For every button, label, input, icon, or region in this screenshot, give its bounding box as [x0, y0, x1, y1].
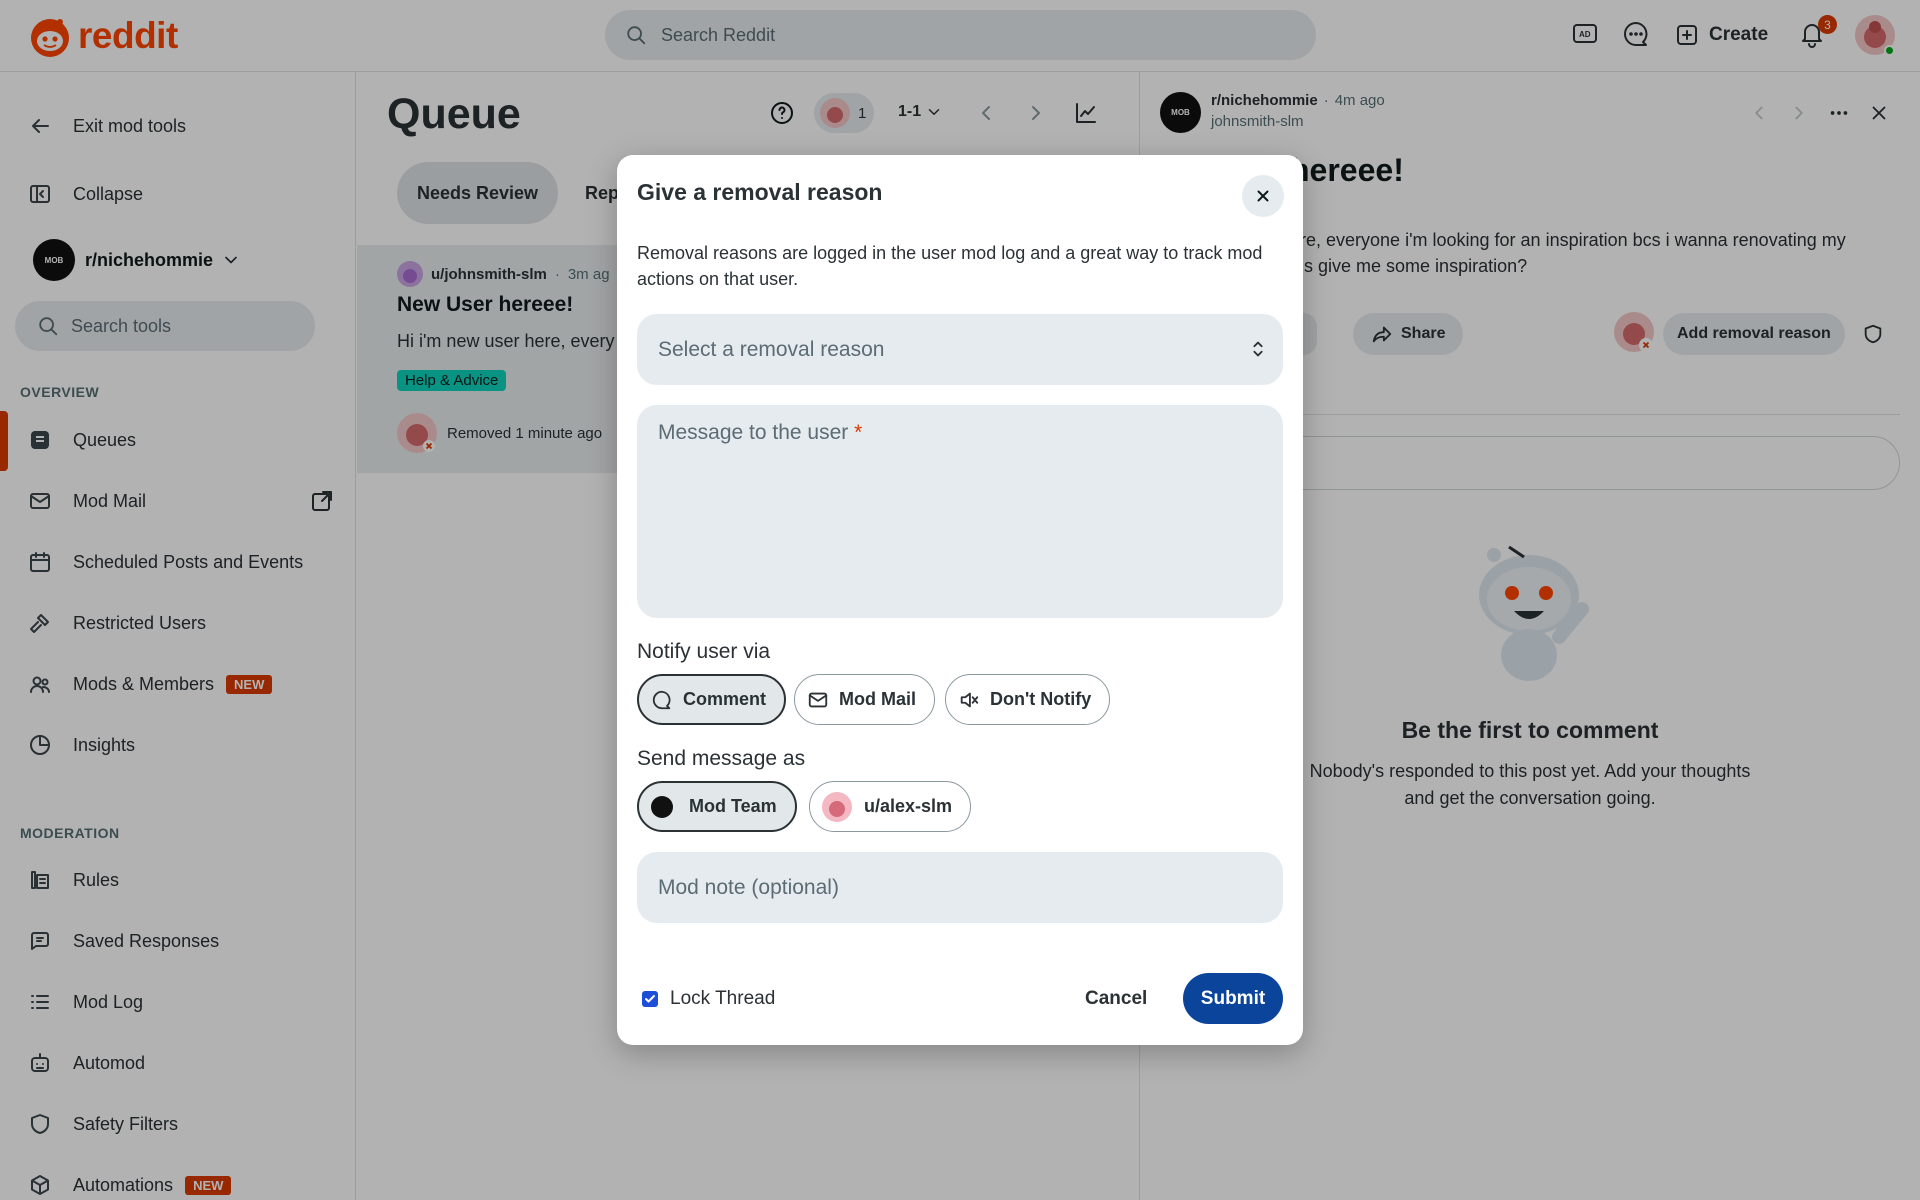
- required-marker: *: [854, 421, 863, 444]
- chevron-up-down-icon: [1253, 341, 1263, 357]
- option-label: Mod Mail: [839, 689, 916, 709]
- mod-note-field[interactable]: Mod note (optional): [637, 852, 1283, 923]
- message-placeholder: Message to the user *: [658, 421, 862, 445]
- option-label: Don't Notify: [990, 689, 1092, 709]
- message-to-user-field[interactable]: Message to the user *: [637, 405, 1283, 618]
- mail-icon: [808, 692, 828, 707]
- check-icon: [645, 995, 655, 1003]
- notify-heading: Notify user via: [637, 640, 771, 663]
- removal-reason-select[interactable]: Select a removal reason: [637, 314, 1283, 385]
- removal-reason-dialog: Give a removal reason Removal reasons ar…: [617, 155, 1303, 1045]
- notify-mod-mail-option[interactable]: Mod Mail: [794, 674, 935, 725]
- user-avatar: [822, 791, 852, 822]
- lock-thread-label: Lock Thread: [670, 988, 776, 1009]
- cancel-button[interactable]: Cancel: [1067, 973, 1165, 1024]
- dialog-description: Removal reasons are logged in the user m…: [637, 243, 1263, 289]
- mod-team-avatar: [651, 795, 673, 818]
- mod-note-placeholder: Mod note (optional): [658, 875, 839, 899]
- lock-thread-checkbox[interactable]: Lock Thread: [642, 988, 775, 1010]
- dialog-title: Give a removal reason: [637, 179, 883, 205]
- checkbox-checked[interactable]: [642, 991, 658, 1007]
- submit-button[interactable]: Submit: [1183, 973, 1283, 1024]
- option-label: u/alex-slm: [864, 796, 953, 816]
- option-label: Comment: [683, 689, 767, 709]
- send-as-mod-team-option[interactable]: Mod Team: [637, 781, 797, 832]
- comment-icon: [652, 690, 671, 709]
- send-as-user-option[interactable]: u/alex-slm: [809, 781, 972, 832]
- close-dialog-button[interactable]: [1242, 175, 1284, 217]
- message-placeholder-text: Message to the user: [658, 421, 849, 444]
- removal-reason-placeholder: Select a removal reason: [658, 337, 885, 361]
- close-icon: [1257, 190, 1269, 202]
- option-label: Mod Team: [689, 796, 777, 816]
- notify-dont-notify-option[interactable]: Don't Notify: [945, 674, 1111, 725]
- notify-comment-option[interactable]: Comment: [637, 674, 787, 725]
- send-as-heading: Send message as: [637, 747, 806, 770]
- mute-icon: [960, 692, 979, 707]
